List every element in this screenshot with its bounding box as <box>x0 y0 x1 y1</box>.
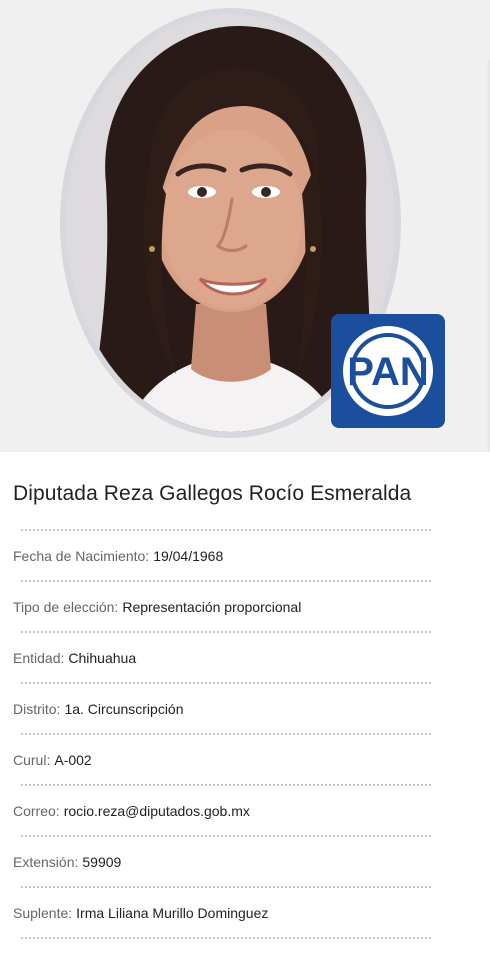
deputy-name: Diputada Reza Gallegos Rocío Esmeralda <box>13 482 412 505</box>
field-label: Suplente: <box>13 904 73 921</box>
pan-logo-icon: PAN <box>343 326 433 416</box>
field-label: Distrito: <box>13 700 61 717</box>
divider <box>21 937 431 939</box>
field-value: 1a. Circunscripción <box>64 700 184 717</box>
field-value: Irma Liliana Murillo Dominguez <box>76 904 269 921</box>
field-value: Chihuahua <box>68 649 137 666</box>
profile-info: Diputada Reza Gallegos Rocío Esmeralda F… <box>13 452 433 939</box>
field-value: 19/04/1968 <box>153 547 224 564</box>
field-label: Correo: <box>13 802 60 819</box>
field-label: Entidad: <box>13 649 65 666</box>
field-extension: Extensión: 59909 <box>13 837 433 886</box>
field-substitute: Suplente: Irma Liliana Murillo Dominguez <box>13 888 433 937</box>
field-label: Curul: <box>13 751 51 768</box>
field-value: Representación proporcional <box>122 598 302 615</box>
field-seat: Curul: A-002 <box>13 735 433 784</box>
field-birthdate: Fecha de Nacimiento: 19/04/1968 <box>13 531 433 580</box>
field-label: Extensión: <box>13 853 79 870</box>
field-district: Distrito: 1a. Circunscripción <box>13 684 433 733</box>
field-label: Fecha de Nacimiento: <box>13 547 150 564</box>
field-value: 59909 <box>82 853 122 870</box>
field-label: Tipo de elección: <box>13 598 119 615</box>
field-email: Correo: rocio.reza@diputados.gob.mx <box>13 786 433 835</box>
party-logo: PAN <box>331 314 445 428</box>
party-logo-text: PAN <box>347 350 428 394</box>
profile-hero: PAN <box>0 0 490 452</box>
field-election-type: Tipo de elección: Representación proporc… <box>13 582 433 631</box>
field-state: Entidad: Chihuahua <box>13 633 433 682</box>
field-value: A-002 <box>54 751 92 768</box>
hero-edge-shadow <box>486 60 490 452</box>
email-value[interactable]: rocio.reza@diputados.gob.mx <box>64 803 250 819</box>
